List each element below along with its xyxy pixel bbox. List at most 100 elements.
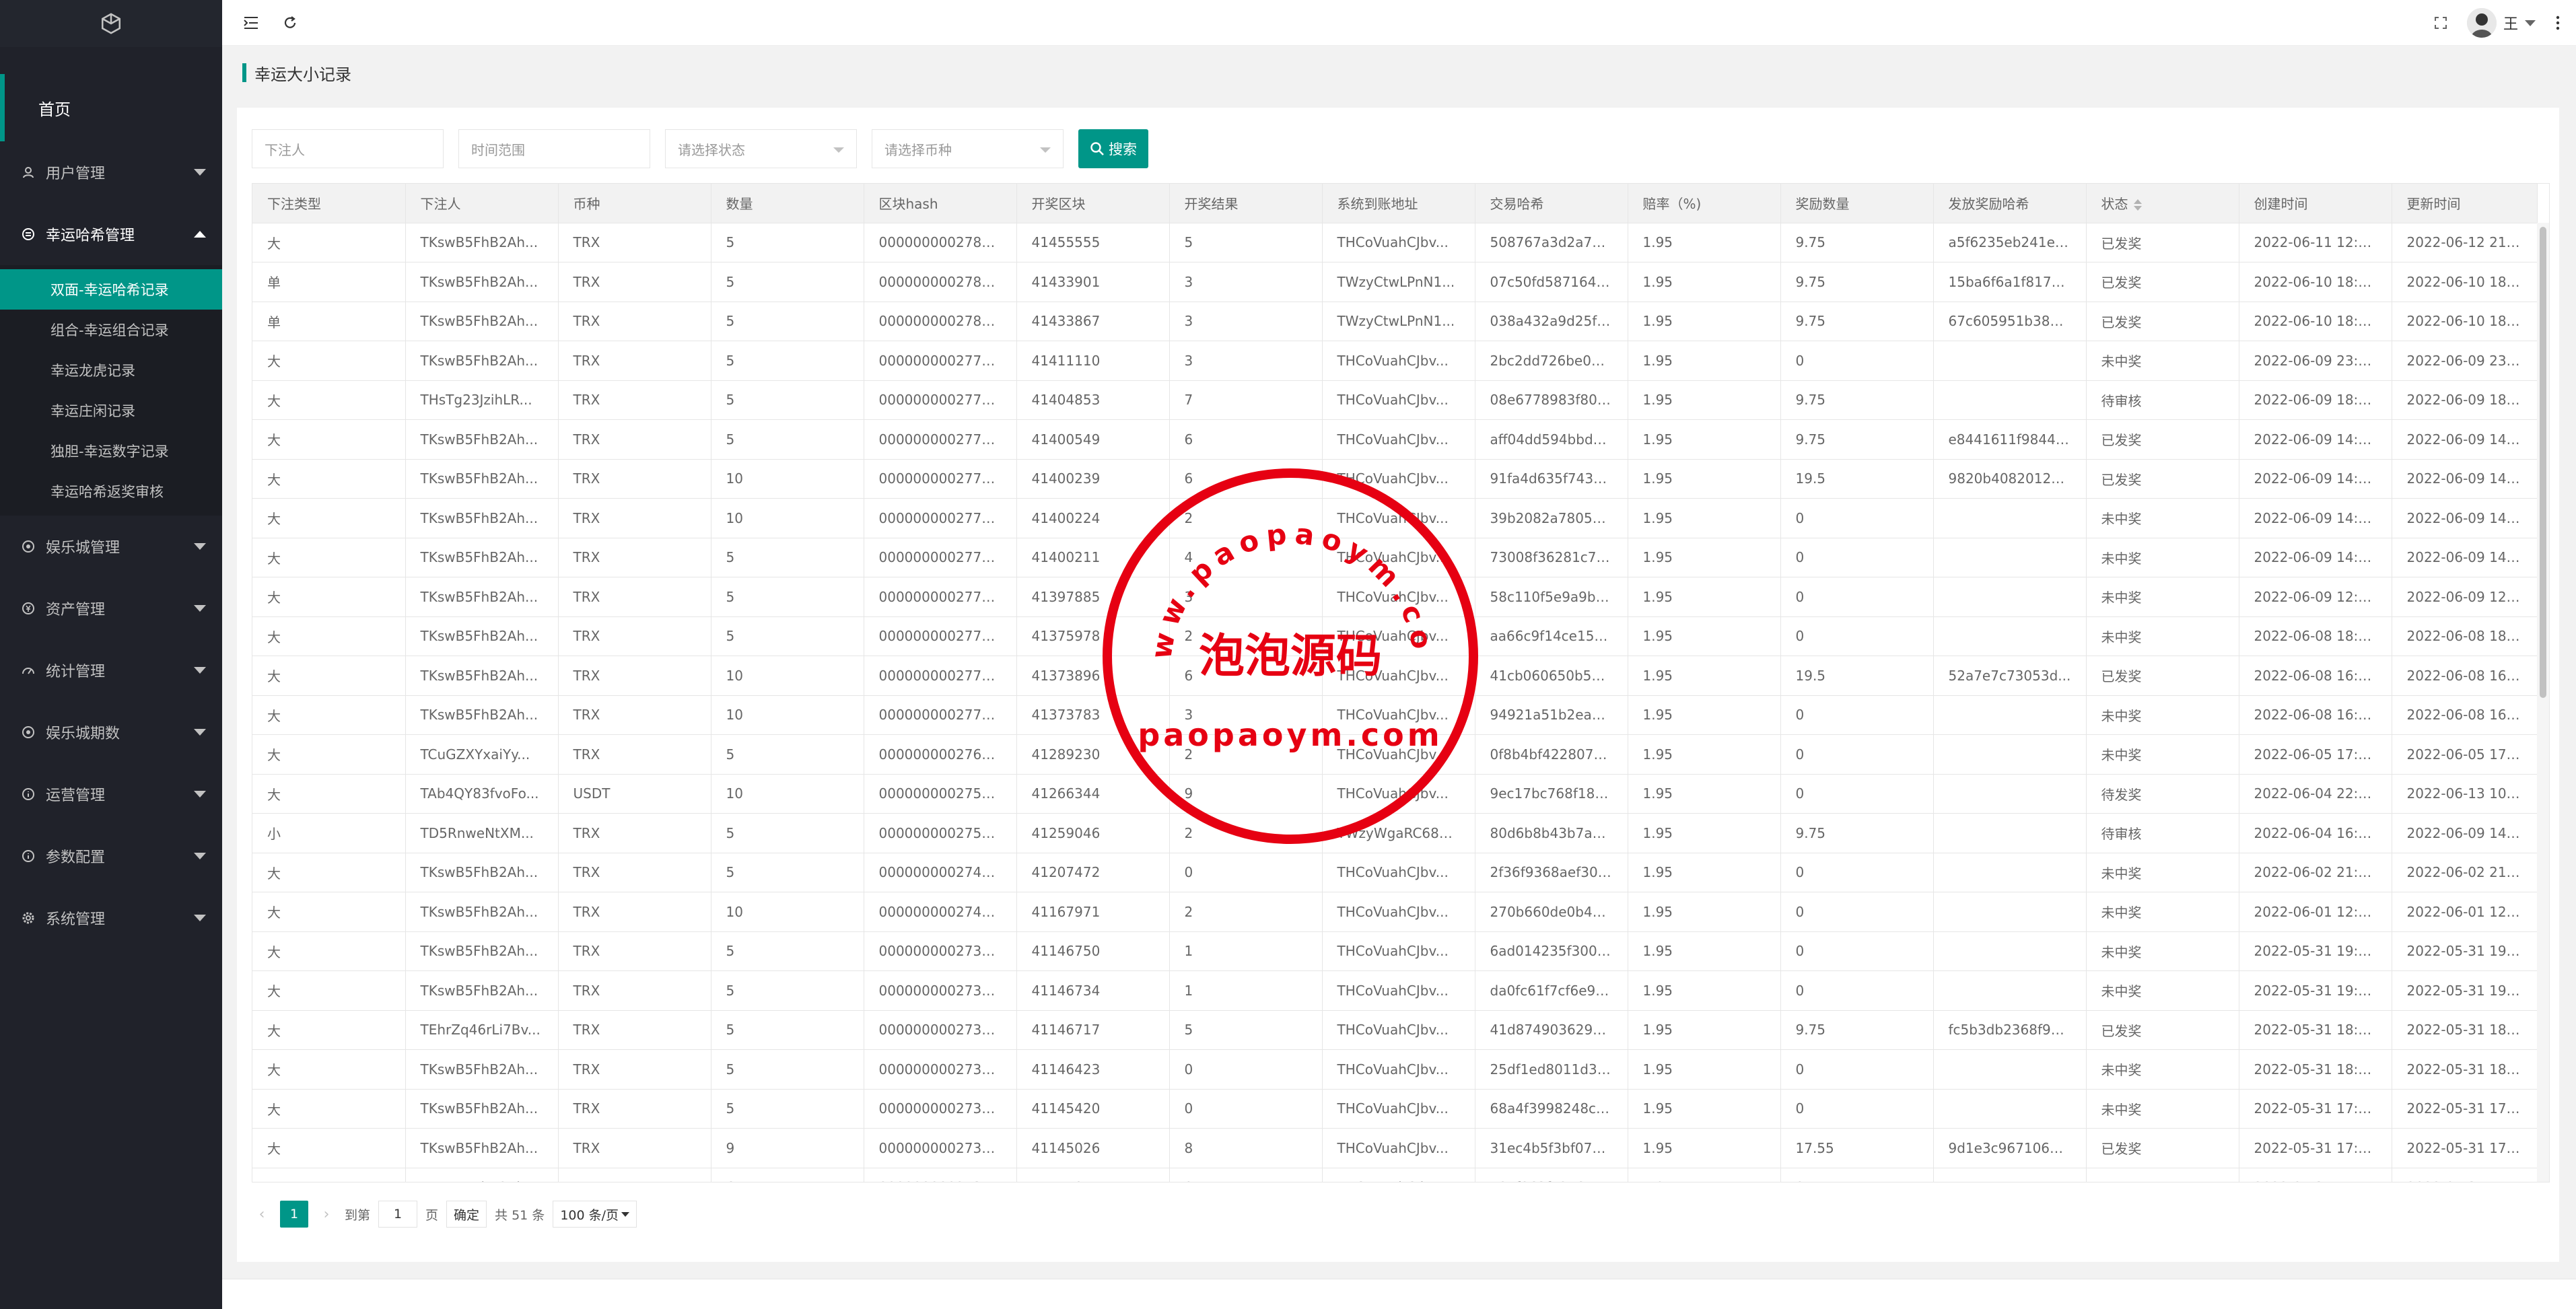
table-row[interactable]: 大 TKswB5FhB2Ah... TRX 10 0000000002775... 413… <box>252 695 2538 735</box>
table-cell: THCoVuahCJbv... <box>1322 538 1475 577</box>
submenu-item-combination[interactable]: 组合-幸运组合记录 <box>0 310 222 350</box>
table-cell: 41259046 <box>1016 813 1170 853</box>
sidebar-item-lucky-hash[interactable]: 幸运哈希管理 <box>0 203 222 265</box>
table-cell: da0fc61f7cf6e93... <box>1475 970 1628 1011</box>
sidebar-item-casino-periods[interactable]: 娱乐城期数 <box>0 701 222 763</box>
table-cell: 19.5 <box>1780 656 1934 696</box>
column-header: 开奖结果 <box>1169 184 1323 223</box>
table-row[interactable]: 大 TKswB5FhB2Ah... TRX 5 000000000273d... 4114… <box>252 931 2538 971</box>
submenu-item-double-side[interactable]: 双面-幸运哈希记录 <box>0 269 222 310</box>
table-row[interactable]: 大 TKswB5FhB2Ah... TRX 5 000000000273d... 4114… <box>252 1049 2538 1090</box>
goto-confirm-button[interactable]: 确定 <box>446 1201 487 1228</box>
table-cell: 41145420 <box>1016 1089 1170 1129</box>
table-cell: 0000000002783... <box>864 262 1017 302</box>
table-row[interactable]: 大 TKswB5FhB2Ah... TRX 5 000000000277b... 4140… <box>252 419 2538 460</box>
table-cell: 39b2082a78054... <box>1475 498 1628 538</box>
sidebar-item-operations[interactable]: 运营管理 <box>0 763 222 825</box>
table-cell: TKswB5FhB2Ah... <box>405 1168 559 1182</box>
table-row[interactable]: 大 TKswB5FhB2Ah... TRX 9 000000000273d... 4114… <box>252 1128 2538 1168</box>
table-cell: 15ba6f6a1f8173... <box>1933 262 2087 302</box>
table-row[interactable]: 大 TKswB5FhB2Ah... TRX 5 000000000277e... 4141… <box>252 341 2538 381</box>
sidebar-item-statistics[interactable]: 统计管理 <box>0 639 222 701</box>
table-cell: 9.75 <box>1780 813 1934 853</box>
table-cell: TKswB5FhB2Ah... <box>405 538 559 577</box>
sidebar-item-home[interactable]: 首页 <box>0 74 222 141</box>
table-row[interactable]: 大 TKswB5FhB2Ah... TRX 5 000000000274c... 4120… <box>252 853 2538 892</box>
table-cell: 已发奖 <box>2086 223 2239 262</box>
table-row[interactable]: 大TKswB5FhB2Ah...TRX6000000000273d...4114… <box>252 1168 2538 1182</box>
info-icon <box>20 848 36 864</box>
column-header: 系统到账地址 <box>1322 184 1475 223</box>
table-cell: 2f36f9368aef306... <box>1475 853 1628 892</box>
submenu-item-rebate-review[interactable]: 幸运哈希返奖审核 <box>0 471 222 511</box>
table-row[interactable]: 大 TKswB5FhB2Ah... TRX 10 000000000277b... 414… <box>252 459 2538 499</box>
table-row[interactable]: 大 TKswB5FhB2Ah... TRX 5 000000000277a... 4139… <box>252 577 2538 617</box>
table-row[interactable]: 大 THsTg23JzihLR... TRX 5 000000000277c... 414… <box>252 380 2538 420</box>
table-row[interactable]: 大 TCuGZXYxaiYy... TRX 5 0000000002760... 4128… <box>252 734 2538 775</box>
next-page-icon[interactable]: › <box>316 1206 337 1223</box>
logo[interactable] <box>0 0 222 47</box>
table-row[interactable]: 大 TKswB5FhB2Ah... TRX 5 000000000273d... 4114… <box>252 1089 2538 1129</box>
table-row[interactable]: 单 TKswB5FhB2Ah... TRX 5 0000000002783... 4143… <box>252 262 2538 302</box>
chevron-down-icon <box>1040 147 1051 153</box>
table-cell: 大 <box>252 341 406 381</box>
table-cell: 已发奖 <box>2086 656 2239 696</box>
table-row[interactable]: 大 TKswB5FhB2Ah... TRX 5 0000000002788f... 414… <box>252 223 2538 262</box>
bettor-input[interactable]: 下注人 <box>252 129 444 168</box>
table-cell: 2022-05-31 17:3... <box>2239 1128 2392 1168</box>
table-row[interactable]: 大 TAb4QY83fvoFo... USDT 10 000000000275a... 4… <box>252 774 2538 814</box>
sidebar-item-user-management[interactable]: 用户管理 <box>0 141 222 203</box>
table-row[interactable]: 大 TKswB5FhB2Ah... TRX 5 000000000277b... 4140… <box>252 538 2538 577</box>
coin-select[interactable]: 请选择币种 <box>872 129 1064 168</box>
table-cell: THCoVuahCJbv... <box>1322 853 1475 892</box>
sort-icon[interactable] <box>2133 199 2142 211</box>
table-cell: 2022-06-01 12:42... <box>2392 892 2538 932</box>
table-row[interactable]: 大 TKswB5FhB2Ah... TRX 10 000000000277b... 414… <box>252 498 2538 538</box>
table-scrollbar[interactable] <box>2537 223 2549 1182</box>
goto-page-input[interactable]: 1 <box>378 1201 418 1228</box>
table-cell: THCoVuahCJbv... <box>1322 1168 1475 1182</box>
table-row[interactable]: 单 TKswB5FhB2Ah... TRX 5 0000000002783... 4143… <box>252 302 2538 341</box>
submenu-item-banker-player[interactable]: 幸运庄闲记录 <box>0 390 222 431</box>
scrollbar-thumb[interactable] <box>2540 227 2546 698</box>
table-cell: 08e6778983f805... <box>1475 380 1628 420</box>
table-cell: 1.95 <box>1628 538 1781 577</box>
table-cell: 487f063fe2e64b... <box>1475 1168 1628 1182</box>
table-cell: TRX <box>558 498 711 538</box>
table-cell: 41373896 <box>1016 656 1170 696</box>
chevron-down-icon <box>833 147 844 153</box>
refresh-icon[interactable] <box>279 11 302 34</box>
status-select[interactable]: 请选择状态 <box>665 129 857 168</box>
table-cell: 2 <box>1169 616 1323 656</box>
prev-page-icon[interactable]: ‹ <box>252 1206 272 1223</box>
page-size-select[interactable]: 100 条/页 <box>553 1201 637 1228</box>
time-range-input[interactable]: 时间范围 <box>458 129 650 168</box>
table-row[interactable]: 大 TEhrZq46rLi7Bv... TRX 5 000000000273d... 41… <box>252 1010 2538 1050</box>
table-row[interactable]: 大 TKswB5FhB2Ah... TRX 5 0000000002775... 4137… <box>252 616 2538 656</box>
user-menu[interactable]: 王 <box>2466 7 2536 39</box>
table-cell: 9.75 <box>1780 302 1934 341</box>
table-cell: 1.95 <box>1628 1010 1781 1050</box>
sidebar-item-label: 运营管理 <box>46 787 106 804</box>
fullscreen-icon[interactable] <box>2429 11 2452 34</box>
table-cell: 07c50fd5871642... <box>1475 262 1628 302</box>
table-row[interactable]: 大 TKswB5FhB2Ah... TRX 10 0000000002742... 411… <box>252 892 2538 932</box>
search-button[interactable]: 搜索 <box>1078 129 1148 168</box>
more-vertical-icon[interactable] <box>2546 11 2569 34</box>
sidebar-item-system[interactable]: 系统管理 <box>0 887 222 949</box>
table-cell: TRX <box>558 853 711 892</box>
column-header: 更新时间 <box>2392 184 2538 223</box>
sidebar-item-assets[interactable]: 资产管理 <box>0 577 222 639</box>
menu-toggle-icon[interactable] <box>240 11 263 34</box>
table-row[interactable]: 大 TKswB5FhB2Ah... TRX 5 000000000273d... 4114… <box>252 970 2538 1011</box>
submenu-item-dragon-tiger[interactable]: 幸运龙虎记录 <box>0 350 222 390</box>
page-current[interactable]: 1 <box>280 1201 308 1228</box>
table-row[interactable]: 小 TD5RnweNtXM... TRX 5 0000000002759... 41259… <box>252 813 2538 853</box>
column-header: 下注类型 <box>252 184 406 223</box>
sidebar-item-casino-management[interactable]: 娱乐城管理 <box>0 516 222 577</box>
table-row[interactable]: 大 TKswB5FhB2Ah... TRX 10 0000000002775... 413… <box>252 656 2538 696</box>
column-header[interactable]: 状态 <box>2086 184 2239 223</box>
table-cell: 3 <box>1169 262 1323 302</box>
submenu-item-single-number[interactable]: 独胆-幸运数字记录 <box>0 431 222 471</box>
sidebar-item-parameters[interactable]: 参数配置 <box>0 825 222 887</box>
